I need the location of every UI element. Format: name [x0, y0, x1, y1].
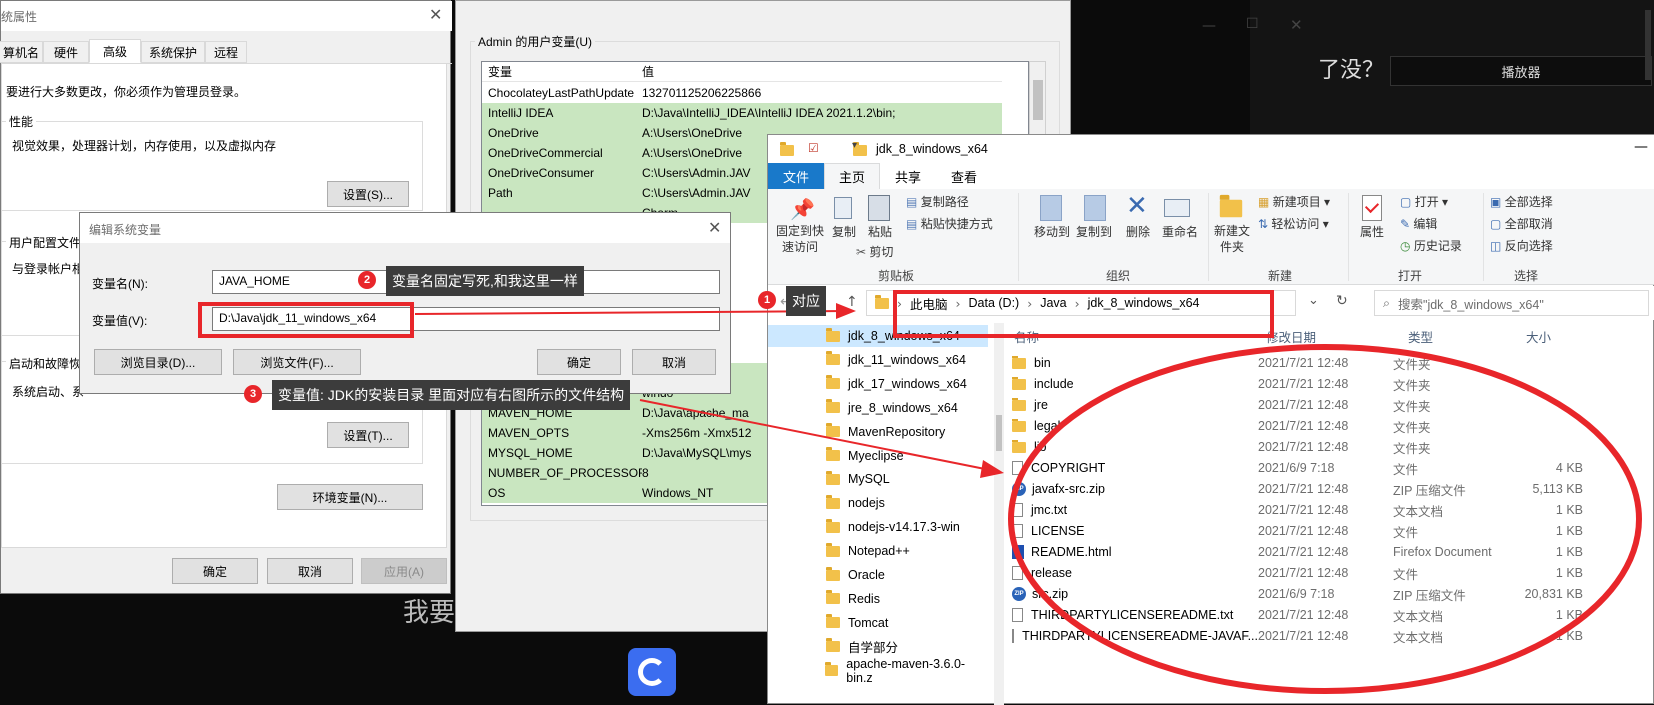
close-icon[interactable]: ✕ — [1290, 16, 1303, 34]
annotation-arrows — [414, 303, 1642, 694]
minimize-icon[interactable]: — — [1202, 18, 1216, 34]
step-1-callout: 对应 — [786, 286, 826, 316]
maximize-icon[interactable]: ☐ — [1246, 16, 1259, 32]
step-3-callout: 变量值: JDK的安装目录 里面对应有右图所示的文件结构 — [272, 380, 631, 410]
step-3-badge: 3 — [244, 385, 262, 403]
step-1-badge: 1 — [758, 291, 776, 309]
step-2-badge: 2 — [358, 271, 376, 289]
step-2-callout: 变量名固定写死,和我这里一样 — [386, 266, 584, 296]
